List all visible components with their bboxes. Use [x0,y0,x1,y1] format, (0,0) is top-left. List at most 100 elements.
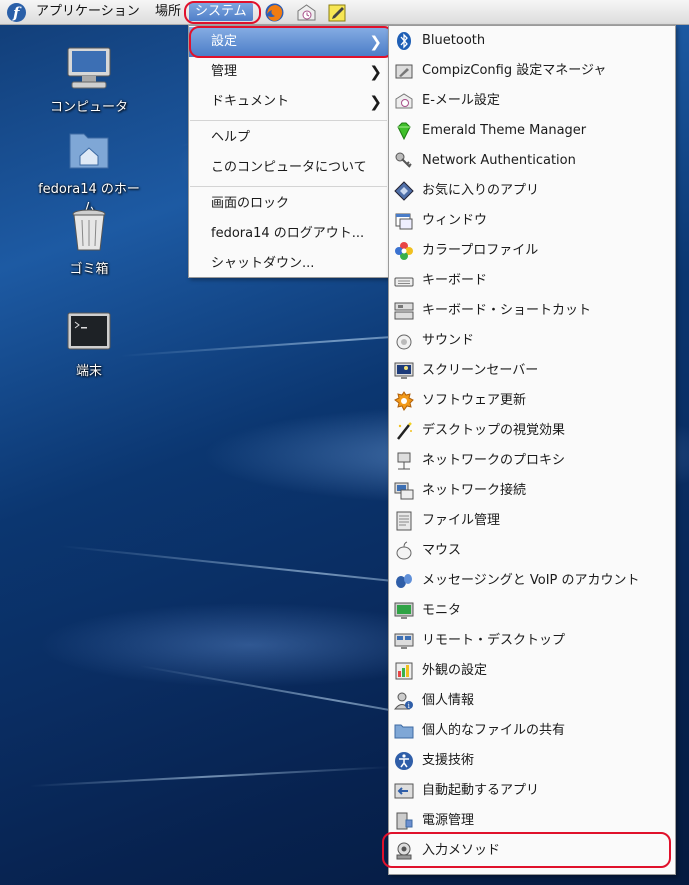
menu-item-label: ヘルプ [211,130,251,145]
menu-item-label: fedora14 のログアウト... [211,226,365,241]
settings-item-screensaver[interactable]: スクリーンセーバー [389,356,675,386]
settings-item-label: 外観の設定 [422,663,488,678]
submenu-arrow-icon: ❯ [369,93,382,111]
email-settings-icon [394,91,414,111]
settings-item-messaging[interactable]: メッセージングと VoIP のアカウント [389,566,675,596]
window-icon [394,211,414,231]
settings-item-label: Bluetooth [422,33,486,48]
settings-item-software-update[interactable]: ソフトウェア更新 [389,386,675,416]
desktop-icon-home[interactable]: fedora14 のホーム [34,128,144,216]
submenu-arrow-icon: ❯ [369,63,382,81]
settings-item-input-method[interactable]: 入力メソッド [389,836,675,866]
settings-item-label: キーボード・ショートカット [422,303,592,318]
system-menu[interactable]: システム [189,3,253,21]
settings-item-label: E-メール設定 [422,93,500,108]
desktop-icon-trash[interactable]: ゴミ箱 [34,208,144,277]
settings-item-label: Network Authentication [422,153,576,168]
firefox-icon[interactable] [264,2,285,23]
personal-info-icon: i [393,691,414,711]
visual-effects-wand-icon [394,421,414,441]
settings-item-label: デスクトップの視覚効果 [422,423,566,438]
file-management-icon [394,511,414,531]
settings-item-email[interactable]: E-メール設定 [389,86,675,116]
fedora-logo-icon[interactable]: f [6,2,27,23]
settings-item-mouse[interactable]: マウス [389,536,675,566]
menu-item-label: シャットダウン... [211,256,315,271]
menu-item-help[interactable]: ヘルプ [189,123,388,153]
system-dropdown-menu: 設定 ❯ 管理 ❯ ドキュメント ❯ ヘルプ このコンピュータについて 画面のロ… [188,25,389,278]
settings-item-label: 入力メソッド [422,843,501,858]
terminal-icon [64,310,114,356]
notes-icon[interactable] [327,2,348,23]
desktop-icon-computer[interactable]: コンピュータ [34,46,144,115]
menu-item-preferences[interactable]: 設定 ❯ [189,27,388,57]
desktop-icon-label: ゴミ箱 [69,262,109,277]
desktop-icon-label: コンピュータ [49,100,128,115]
settings-item-file-sharing[interactable]: 個人的なファイルの共有 [389,716,675,746]
menu-item-about[interactable]: このコンピュータについて [189,153,388,183]
settings-item-file-management[interactable]: ファイル管理 [389,506,675,536]
settings-item-label: メッセージングと VoIP のアカウント [422,573,640,588]
evolution-mail-icon[interactable] [296,2,317,23]
accessibility-icon [394,751,414,771]
settings-item-emerald[interactable]: Emerald Theme Manager [389,116,675,146]
trash-icon [64,208,114,254]
messaging-icon [394,571,414,591]
settings-item-label: CompizConfig 設定マネージャ [422,63,607,78]
settings-item-power-management[interactable]: 電源管理 [389,806,675,836]
settings-item-remote-desktop[interactable]: リモート・デスクトップ [389,626,675,656]
settings-item-label: キーボード [422,273,488,288]
menu-item-administration[interactable]: 管理 ❯ [189,57,388,87]
settings-item-favorite-apps[interactable]: お気に入りのアプリ [389,176,675,206]
settings-item-label: 個人的なファイルの共有 [422,723,566,738]
settings-item-network-auth[interactable]: Network Authentication [389,146,675,176]
input-method-icon [394,841,414,861]
computer-icon [64,46,114,92]
favorite-apps-icon [394,181,414,201]
bluetooth-icon [394,31,414,51]
settings-item-network-proxy[interactable]: ネットワークのプロキシ [389,446,675,476]
settings-item-label: 支援技術 [422,753,475,768]
desktop-icon-label: 端末 [75,364,102,379]
desktop-icon-terminal[interactable]: 端末 [34,310,144,379]
menu-item-label: 管理 [211,64,238,79]
menu-item-lock-screen[interactable]: 画面のロック [189,189,388,219]
settings-item-label: ネットワークのプロキシ [422,453,566,468]
network-proxy-icon [394,451,414,471]
settings-item-label: お気に入りのアプリ [422,183,540,198]
settings-item-compizconfig[interactable]: CompizConfig 設定マネージャ [389,56,675,86]
settings-item-personal-info[interactable]: i 個人情報 [389,686,675,716]
menu-item-label: このコンピュータについて [211,160,367,175]
applications-menu[interactable]: アプリケーション [36,3,140,21]
settings-item-keyboard[interactable]: キーボード [389,266,675,296]
menu-item-label: 画面のロック [211,196,290,211]
settings-item-label: サウンド [422,333,475,348]
settings-item-label: スクリーンセーバー [422,363,539,378]
keys-icon [394,151,414,171]
settings-item-appearance[interactable]: 外観の設定 [389,656,675,686]
settings-item-color-profile[interactable]: カラープロファイル [389,236,675,266]
startup-apps-icon [394,781,414,801]
menu-item-documents[interactable]: ドキュメント ❯ [189,87,388,117]
settings-item-accessibility[interactable]: 支援技術 [389,746,675,776]
settings-item-label: 電源管理 [422,813,475,828]
mouse-icon [394,541,414,561]
settings-item-bluetooth[interactable]: Bluetooth [389,26,675,56]
places-menu[interactable]: 場所 [155,3,181,21]
settings-item-sound[interactable]: サウンド [389,326,675,356]
settings-item-window[interactable]: ウィンドウ [389,206,675,236]
settings-item-visual-effects[interactable]: デスクトップの視覚効果 [389,416,675,446]
screensaver-icon [394,361,414,381]
settings-item-label: マウス [422,543,462,558]
settings-item-network-connections[interactable]: ネットワーク接続 [389,476,675,506]
top-panel: f アプリケーション 場所 システム [0,0,689,25]
settings-item-startup-apps[interactable]: 自動起動するアプリ [389,776,675,806]
keyboard-icon [394,271,414,291]
power-management-icon [394,811,414,831]
settings-item-keyboard-shortcuts[interactable]: キーボード・ショートカット [389,296,675,326]
settings-item-label: ソフトウェア更新 [422,393,527,408]
menu-item-shutdown[interactable]: シャットダウン... [189,249,388,279]
settings-item-label: 自動起動するアプリ [422,783,540,798]
menu-item-logout[interactable]: fedora14 のログアウト... [189,219,388,249]
settings-item-monitor[interactable]: モニタ [389,596,675,626]
